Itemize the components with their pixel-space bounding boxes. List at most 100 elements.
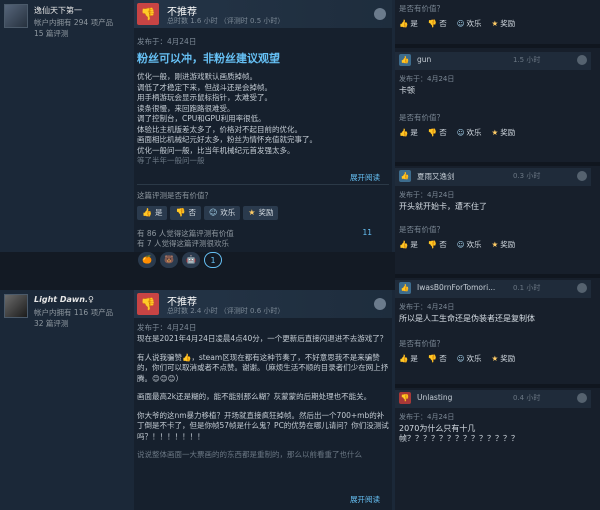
funny-button[interactable]: ☺ 欢乐 [457,239,482,250]
award-count[interactable]: 1 [204,252,222,268]
comment-header: 👍 gun 1.5 小时 [395,52,591,70]
vote-header: 👎 不推荐 总时数 1.6 小时 （评测时 0.5 小时） [134,0,392,28]
helpful-question: 是否有价值？ [399,4,444,13]
vote-header: 👎 不推荐 总时数 2.4 小时 （评测时 0.6 小时） [134,290,392,318]
steam-icon [577,393,587,403]
author-products[interactable]: 帐户内拥有 294 项产品 [34,17,113,28]
review-paragraph: 画面最高2k还是糊的，能不能别那么糊？灰蒙蒙的后期处理也不能关。 [137,392,372,401]
review-paragraph: 说说整体画面一大票画的的东西都是重制的，那么以前看重了也什么 [137,450,362,459]
review-line: 调低了才稳定下来，但战斗还是会掉帧。 [137,82,272,92]
author-name[interactable]: 逸仙天下第一 [34,5,82,16]
read-more-link[interactable]: 展开阅读 [350,172,380,183]
steam-icon [374,8,386,20]
review-line: 体验比主机版差太多了，价格对不起目前的优化。 [137,124,302,134]
comment-card: 👍 夏雨又逸剑 0.3 小时 发布于：4月24日 开头就开始卡，遭不住了 是否有… [395,168,600,268]
author-reviews[interactable]: 32 篇评测 [34,318,68,329]
funny-button[interactable]: ☺ 欢乐 [457,353,482,364]
thumbs-down-icon: 👎 [137,3,159,25]
thumbs-up-icon: 👍 [399,282,411,294]
award-button[interactable]: ★ 奖励 [492,127,516,138]
award-button[interactable]: ★ 奖励 [492,18,516,29]
funny-count: 有 7 人觉得这篇评测很欢乐 [137,239,230,248]
award-badge[interactable]: 🤖 [182,252,200,268]
posted-date: 发布于：4月24日 [399,413,455,421]
award-badge[interactable]: 🍊 [138,252,156,268]
author-products[interactable]: 帐户内拥有 116 项产品 [34,307,113,318]
review-headline: 粉丝可以冲，非粉丝建议观望 [137,52,280,65]
avatar[interactable] [4,294,28,318]
posted-date: 发布于：4月24日 [137,37,197,46]
comment-count[interactable]: 11 [362,228,372,237]
award-button[interactable]: ★ 奖励 [492,353,516,364]
author-name[interactable]: Light Dawn.♀ [34,295,94,304]
commenter-hours: 0.3 小时 [513,172,541,180]
review-paragraph: 有人说我骗赞👍，steam区现在都有这种节奏了，不好意思我不是来骗赞的，你们可以… [137,352,389,383]
thumbs-up-icon: 👍 [399,170,411,182]
comment-actions: 是否有价值？ 👍 是 👎 否 ☺ 欢乐 ★ 奖励 [399,338,515,364]
review-content: 👎 不推荐 总时数 1.6 小时 （评测时 0.5 小时） 发布于：4月24日 … [134,0,392,252]
commenter-hours: 0.4 小时 [513,394,541,402]
no-button[interactable]: 👎 否 [428,239,447,250]
review-line: 读条很慢，来回跑路很难受。 [137,103,235,113]
award-icon: ★ [491,354,499,363]
review-card: 逸仙天下第一 帐户内拥有 294 项产品 15 篇评测 👎 不推荐 总时数 1.… [0,0,395,252]
commenter-hours: 0.1 小时 [513,284,541,292]
comment-separator [395,384,600,388]
thumbs-down-icon: 👎 [427,128,438,137]
posted-date: 发布于：4月24日 [399,191,455,199]
commenter-name[interactable]: gun [417,55,431,64]
comment-separator [395,274,600,278]
no-button[interactable]: 👎 否 [170,206,201,220]
helpful-question: 是否有价值？ [399,113,444,122]
no-button[interactable]: 👎 否 [428,127,447,138]
award-icon: ★ [491,19,499,28]
award-icon: ★ [491,240,499,249]
review-line: 等了半年一般问一般 [137,156,205,165]
comment-card: 👎 Unlasting 0.4 小时 发布于：4月24日 2070为什么只有十几… [395,390,600,510]
yes-button[interactable]: 👍 是 [399,353,418,364]
commenter-name[interactable]: 夏雨又逸剑 [417,171,455,182]
steam-icon [577,283,587,293]
no-button[interactable]: 👎 否 [428,353,447,364]
thumbs-down-icon: 👎 [427,240,438,249]
no-button[interactable]: 👎 否 [428,18,447,29]
review-paragraph: 现在是2021年4月24日凌晨4点40分，一个更新后直接闪退进不去游戏了？ [137,334,388,343]
award-button[interactable]: ★ 奖励 [492,239,516,250]
comment-text: 开头就开始卡，遭不住了 [399,202,487,211]
thumbs-down-icon: 👎 [137,293,159,315]
avatar[interactable] [4,4,28,28]
smile-icon: ☺ [456,354,465,363]
award-button[interactable]: ★ 奖励 [243,206,279,220]
read-more-link[interactable]: 展开阅读 [350,494,380,505]
commenter-name[interactable]: Unlasting [417,393,452,402]
posted-date: 发布于：4月24日 [399,75,455,83]
yes-button[interactable]: 👍 是 [137,206,168,220]
playtime: 总时数 2.4 小时 （评测时 0.6 小时） [167,307,285,315]
award-badge[interactable]: 🐻 [160,252,178,268]
funny-button[interactable]: ☺ 欢乐 [457,127,482,138]
thumbs-up-icon: 👍 [142,208,152,217]
yes-button[interactable]: 👍 是 [399,18,418,29]
thumbs-up-icon: 👍 [399,240,409,249]
yes-button[interactable]: 👍 是 [399,239,418,250]
funny-button[interactable]: ☺ 欢乐 [203,206,241,220]
thumbs-up-icon: 👍 [399,128,409,137]
author-reviews[interactable]: 15 篇评测 [34,28,68,39]
reviews-column: 逸仙天下第一 帐户内拥有 294 项产品 15 篇评测 👎 不推荐 总时数 1.… [0,0,395,510]
divider [137,184,389,185]
yes-button[interactable]: 👍 是 [399,127,418,138]
award-icon: ★ [491,128,499,137]
vote-buttons: 👍 是 👎 否 ☺ 欢乐 ★ 奖励 [399,127,515,138]
comment-card: 👍 gun 1.5 小时 发布于：4月24日 卡顿 是否有价值？ 👍 是 👎 否 ☺… [395,52,600,157]
smile-icon: ☺ [456,128,465,137]
review-content: 👎 不推荐 总时数 2.4 小时 （评测时 0.6 小时） 发布于：4月24日 … [134,290,392,510]
vote-buttons: 👍 是 👎 否 ☺ 欢乐 ★ 奖励 [399,18,595,29]
funny-button[interactable]: ☺ 欢乐 [457,18,482,29]
commenter-name[interactable]: IwasB0rnForTomori... [417,283,495,292]
review-line: 画面相比机械纪元好太多，粉丝为情怀充值就完事了。 [137,135,317,144]
review-paragraph: 你大爷的这nm暴力移植？开场就直接疯狂掉帧。然后出一个700+mb的补丁倒是不卡… [137,410,389,441]
commenter-hours: 1.5 小时 [513,56,541,64]
comment-header: 👎 Unlasting 0.4 小时 [395,390,591,408]
comment-text: 2070为什么只有十几帧？？？？？？？？？？？？？？ [399,424,519,443]
review-card: Light Dawn.♀ 帐户内拥有 116 项产品 32 篇评测 👎 不推荐 … [0,290,395,510]
